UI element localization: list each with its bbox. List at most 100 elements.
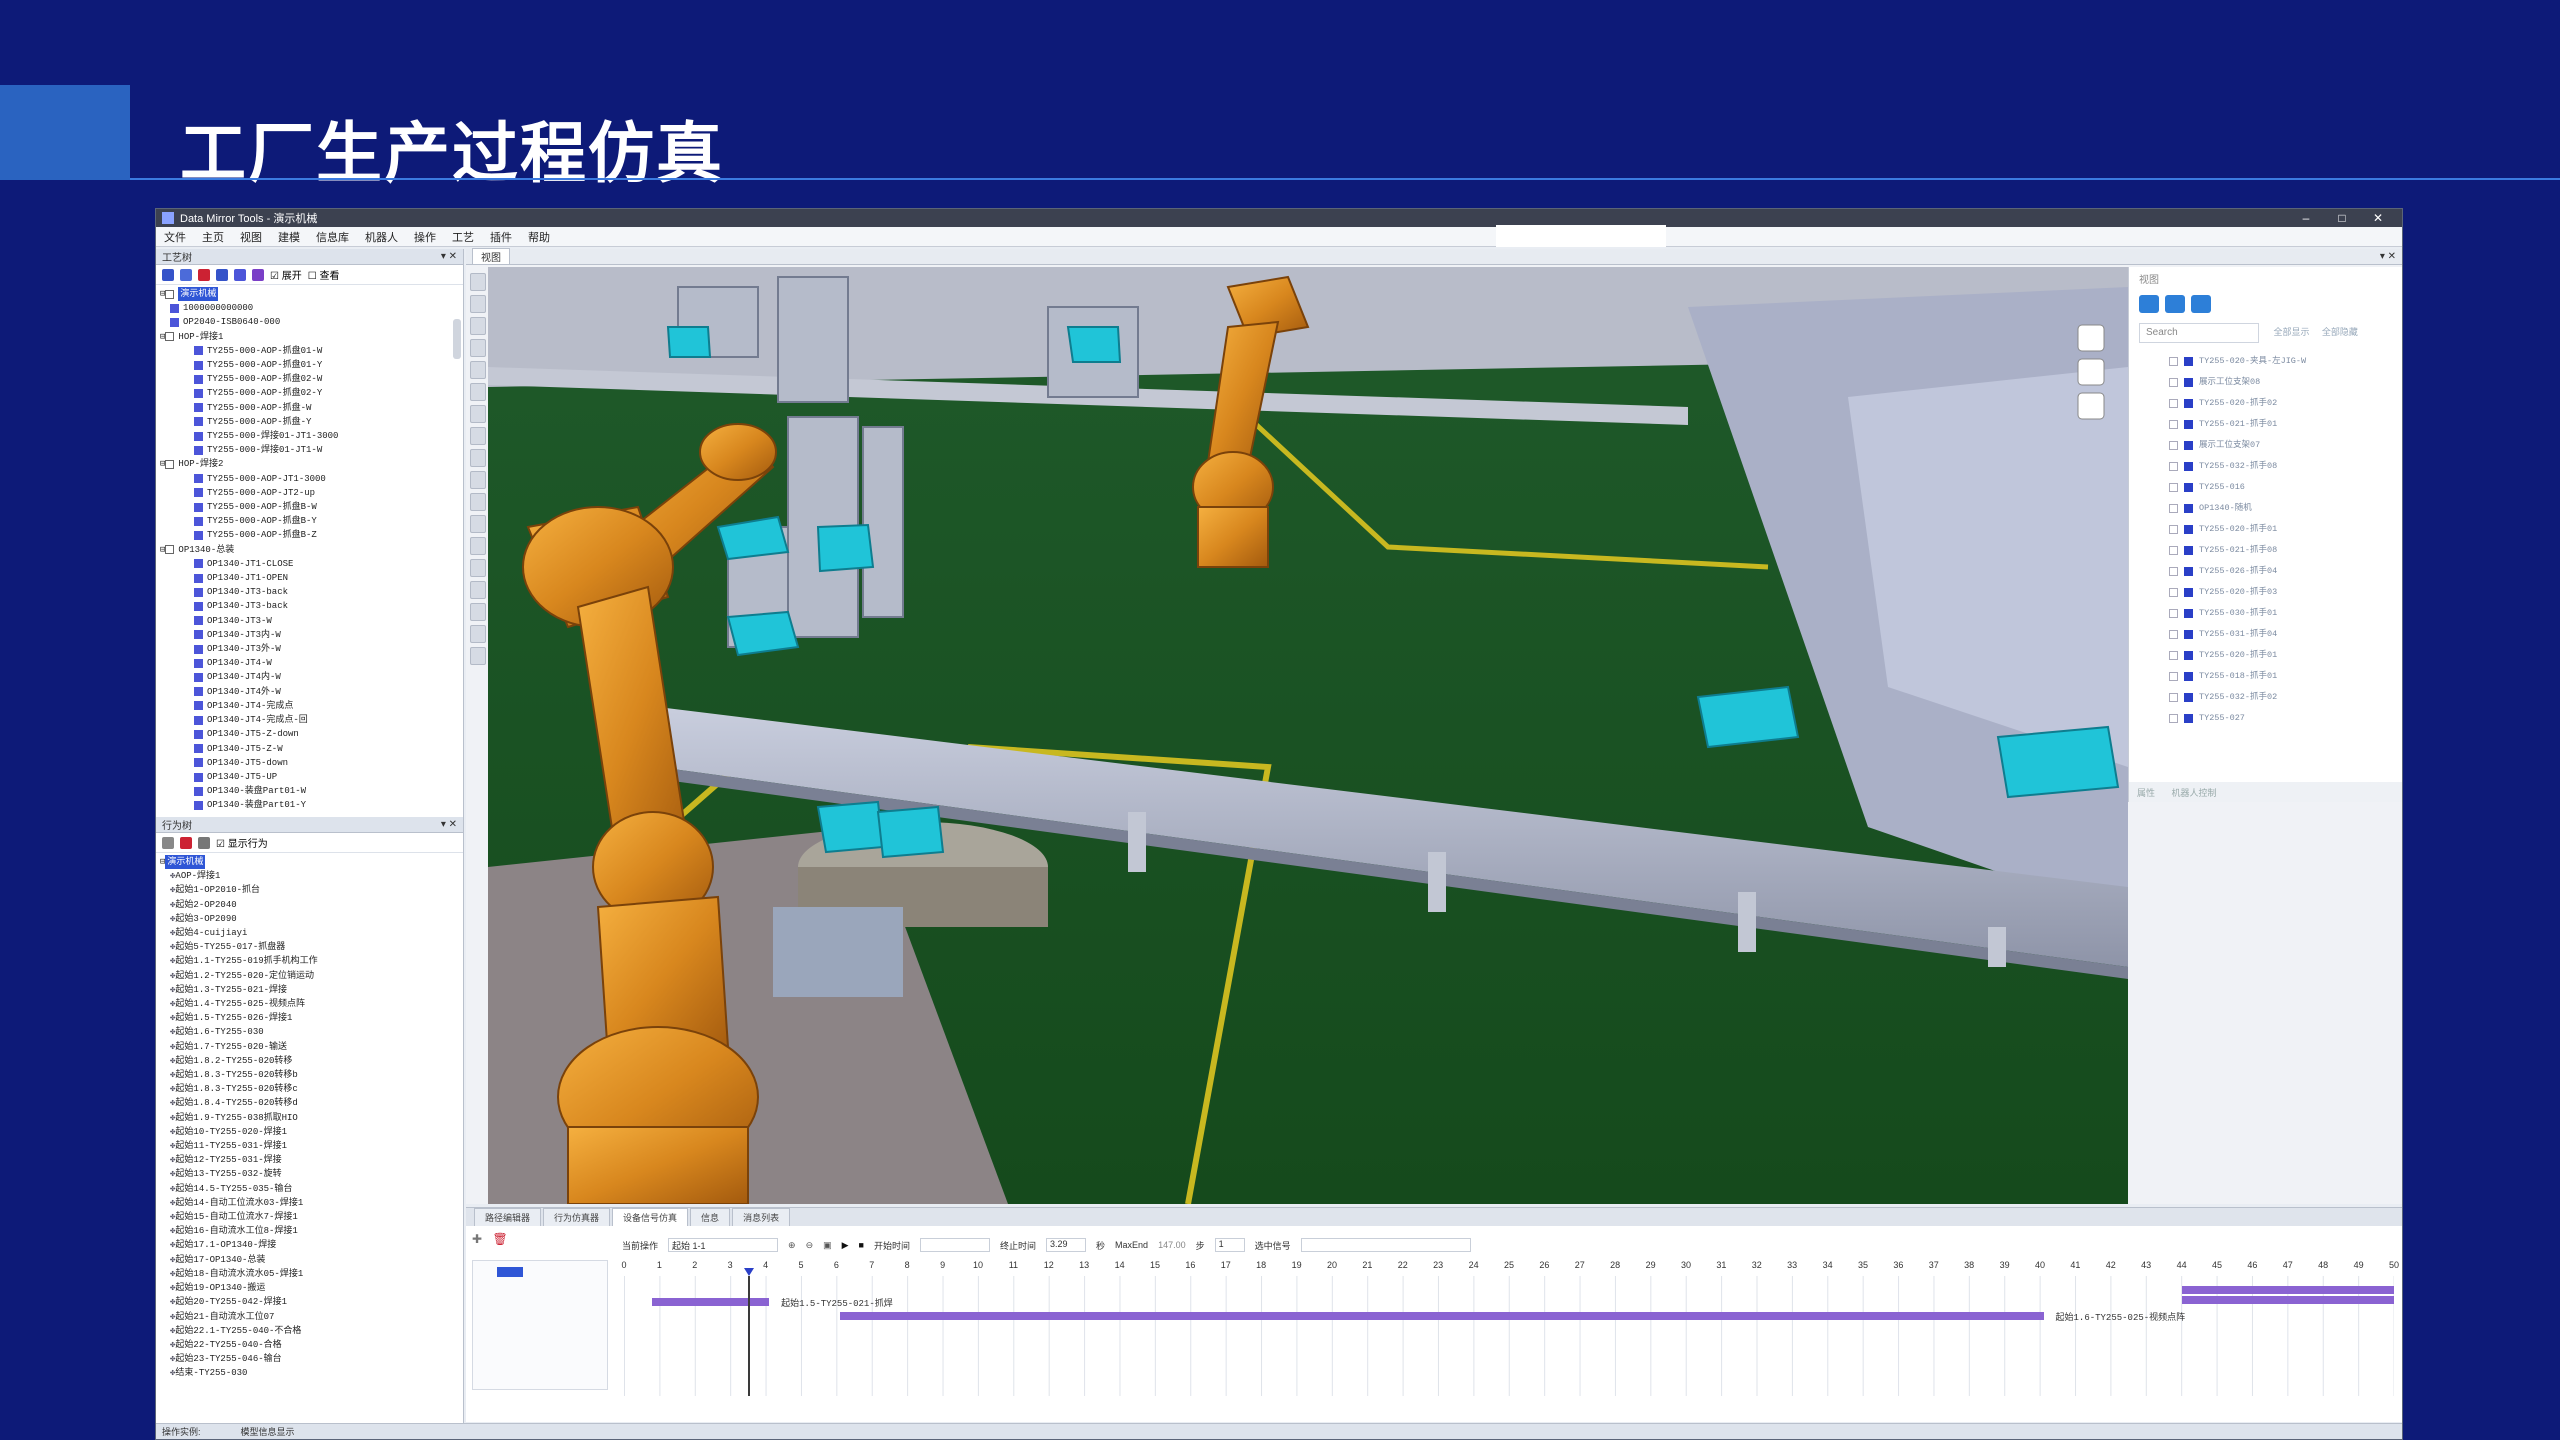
tree-row[interactable]: OP1340-装盘Part01-W [160, 784, 459, 798]
view-tool-icon[interactable] [470, 471, 486, 489]
tree-root[interactable]: ⊟ 演示机械 [160, 287, 459, 302]
tree-row[interactable]: OP1340-JT1-CLOSE [160, 557, 459, 571]
behavior-row[interactable]: ✤ 起始21-自动流水工位07 [160, 1310, 459, 1324]
behavior-row[interactable]: ✤ AOP-焊接1 [160, 869, 459, 883]
zoom-out-icon[interactable]: ⊖ [806, 1240, 814, 1251]
object-row[interactable]: TY255-031-抓手04 [2169, 624, 2392, 645]
object-row[interactable]: TY255-020-抓手01 [2169, 519, 2392, 540]
tree-row[interactable]: TY255-000-焊接01-JT1-3000 [160, 429, 459, 443]
menu-item[interactable]: 主页 [202, 229, 224, 245]
tree-row[interactable]: OP1340-JT4-完成点-回 [160, 713, 459, 727]
visibility-checkbox[interactable] [2169, 483, 2178, 492]
hide-all-link[interactable]: 全部隐藏 [2322, 325, 2358, 338]
behavior-row[interactable]: ✤ 起始10-TY255-020-焊接1 [160, 1125, 459, 1139]
robot-control-tab[interactable]: 机器人控制 [2172, 788, 2217, 798]
show-behavior-checkbox[interactable]: ☑ 显示行为 [216, 835, 268, 850]
menu-item[interactable]: 工艺 [452, 229, 474, 245]
timeline-cursor-head[interactable] [743, 1268, 754, 1276]
panel-close-icon[interactable]: ▾ ✕ [441, 251, 457, 262]
play-icon[interactable]: ▶ [842, 1240, 849, 1251]
view-tool-icon[interactable] [470, 295, 486, 313]
zoom-in-icon[interactable]: ⊕ [788, 1240, 796, 1251]
tree-row[interactable]: OP1340-JT5-down [160, 756, 459, 770]
object-row[interactable]: TY255-026-抓手04 [2169, 561, 2392, 582]
tree-row[interactable]: TY255-000-AOP-JT2-up [160, 486, 459, 500]
3d-viewport[interactable] [488, 267, 2128, 1204]
view-tool-icon[interactable] [470, 427, 486, 445]
tree-row[interactable]: OP1340-装盘Part01-Y [160, 798, 459, 812]
behavior-row[interactable]: ✤ 起始18-自动流水流水05-焊接1 [160, 1267, 459, 1281]
timeline-tab[interactable]: 行为仿真器 [543, 1208, 611, 1226]
refresh-icon[interactable] [198, 836, 210, 849]
visibility-checkbox[interactable] [2169, 567, 2178, 576]
current-op-field[interactable]: 起始 1-1 [668, 1238, 779, 1252]
visibility-checkbox[interactable] [2169, 693, 2178, 702]
visibility-checkbox[interactable] [2169, 714, 2178, 723]
object-row[interactable]: TY255-032-抓手02 [2169, 687, 2392, 708]
list-icon[interactable] [2165, 295, 2185, 313]
behavior-row[interactable]: ✤ 起始20-TY255-042-焊接1 [160, 1295, 459, 1309]
expand-checkbox[interactable]: ☑ 展开 [270, 267, 302, 282]
view-tool-icon[interactable] [470, 361, 486, 379]
view-tool-icon[interactable] [470, 493, 486, 511]
panel-close-icon[interactable]: ▾ ✕ [441, 819, 457, 830]
view-tool-icon[interactable] [470, 405, 486, 423]
view-tool-icon[interactable] [470, 537, 486, 555]
object-row[interactable]: TY255-021-抓手08 [2169, 540, 2392, 561]
behavior-row[interactable]: ✤ 结束-TY255-030 [160, 1366, 459, 1380]
view-tool-icon[interactable] [470, 559, 486, 577]
close-button[interactable]: ✕ [2360, 211, 2396, 225]
view-tool-icon[interactable] [470, 449, 486, 467]
behavior-row[interactable]: ✤ 起始2-OP2040 [160, 898, 459, 912]
tree-row[interactable]: OP1340-JT4外-W [160, 685, 459, 699]
object-row[interactable]: TY255-020-抓手02 [2169, 393, 2392, 414]
maximize-button[interactable]: □ [2324, 211, 2360, 225]
visibility-checkbox[interactable] [2169, 357, 2178, 366]
tree-row[interactable]: ⊟ HOP-焊接2 [160, 457, 459, 471]
behavior-row[interactable]: ✤ 起始22-TY255-040-合格 [160, 1338, 459, 1352]
show-all-link[interactable]: 全部显示 [2273, 325, 2309, 338]
behavior-row[interactable]: ✤ 起始1.8.3-TY255-020转移c [160, 1082, 459, 1096]
tree-row[interactable]: OP1340-JT3-back [160, 599, 459, 613]
tree-row[interactable]: OP1340-JT5-Z-down [160, 727, 459, 741]
step-field[interactable]: 1 [1214, 1238, 1245, 1252]
visibility-checkbox[interactable] [2169, 546, 2178, 555]
tree-row[interactable]: TY255-000-AOP-抓盘01-W [160, 344, 459, 358]
behavior-root[interactable]: ⊟ 演示机械 [160, 855, 459, 870]
add-behavior-icon[interactable] [162, 836, 174, 849]
object-row[interactable]: TY255-021-抓手01 [2169, 414, 2392, 435]
tree-row[interactable]: ⊟ HOP-焊接1 [160, 330, 459, 344]
timeline-bar[interactable] [2181, 1296, 2394, 1304]
behavior-row[interactable]: ✤ 起始1.4-TY255-025-视频点阵 [160, 997, 459, 1011]
link-icon[interactable] [234, 268, 246, 281]
tree-row[interactable]: OP1340-JT4内-W [160, 670, 459, 684]
tree-row[interactable]: OP1340-JT3外-W [160, 642, 459, 656]
menu-item[interactable]: 视图 [240, 229, 262, 245]
timeline-tab[interactable]: 消息列表 [732, 1208, 791, 1226]
menu-item[interactable]: 操作 [414, 229, 436, 245]
behavior-row[interactable]: ✤ 起始16-自动流水工位8-焊接1 [160, 1224, 459, 1238]
start-time-field[interactable] [920, 1238, 990, 1252]
tree-row[interactable]: TY255-000-AOP-抓盘02-W [160, 372, 459, 386]
object-row[interactable]: TY255-018-抓手01 [2169, 666, 2392, 687]
behavior-row[interactable]: ✤ 起始13-TY255-032-旋转 [160, 1167, 459, 1181]
timeline-bar[interactable] [652, 1298, 770, 1306]
behavior-row[interactable]: ✤ 起始1.1-TY255-019抓手机构工作 [160, 954, 459, 968]
delete-icon[interactable] [198, 268, 210, 281]
view-tool-icon[interactable] [470, 273, 486, 291]
object-row[interactable]: TY255-027 [2169, 708, 2392, 729]
tree-row[interactable]: TY255-000-焊接01-JT1-W [160, 443, 459, 457]
tree-row[interactable]: ⊟ OP1340-总装 [160, 543, 459, 557]
timeline-cursor[interactable] [747, 1276, 750, 1396]
object-list[interactable]: TY255-020-夹具-左JIG-W 展示工位支架08 TY255-020-抓手0… [2129, 347, 2402, 729]
tree-row[interactable]: TY255-000-AOP-抓盘B-W [160, 500, 459, 514]
properties-tab[interactable]: 属性 [2137, 788, 2155, 798]
timeline-grid[interactable]: 起始1.5-TY255-021-抓焊 起始1.6-TY255-025-视频点阵 [624, 1268, 2394, 1396]
behavior-row[interactable]: ✤ 起始1.8.2-TY255-020转移 [160, 1054, 459, 1068]
tree-row[interactable]: TY255-000-AOP-抓盘01-Y [160, 358, 459, 372]
tree-row[interactable]: OP1340-JT5-UP [160, 770, 459, 784]
stop-icon[interactable]: ■ [859, 1240, 864, 1250]
behavior-row[interactable]: ✤ 起始1.6-TY255-030 [160, 1025, 459, 1039]
visibility-checkbox[interactable] [2169, 651, 2178, 660]
object-search-input[interactable]: Search [2139, 323, 2259, 343]
